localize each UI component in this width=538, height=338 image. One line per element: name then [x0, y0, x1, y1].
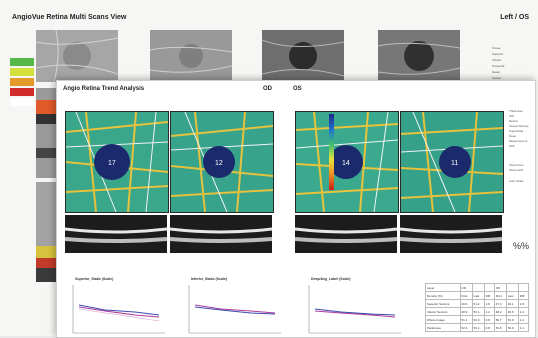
- angio-map-od-1[interactable]: 17: [65, 111, 169, 213]
- od-label: OD: [263, 86, 272, 92]
- fovea-value: 12: [215, 160, 223, 167]
- option-item[interactable]: Auto Scale: [509, 179, 529, 184]
- angio-map-os-2[interactable]: 11: [400, 111, 504, 213]
- table-row: Inferior Sectors 48.9 50.1 1.2 48.2 49.6 1.4: [425, 307, 530, 316]
- angio-map-od-2[interactable]: 12: [170, 111, 274, 213]
- density-table: Layer OD OS Density (%) First Last Diff Firs…: [425, 283, 530, 332]
- bscan-od-2[interactable]: [170, 215, 272, 253]
- fovea-value: 11: [451, 160, 458, 167]
- table-row: Density (%) First Last Diff First Last Diff: [425, 291, 530, 300]
- fovea-value: 14: [342, 160, 350, 167]
- scan-thumbnail-1[interactable]: [36, 30, 118, 82]
- percent-toggle[interactable]: %%: [513, 241, 529, 251]
- scan-thumbnail-4[interactable]: [378, 30, 460, 82]
- bscan-os-2[interactable]: [400, 215, 502, 253]
- trend-analysis-window: Angio Retina Trend Analysis OD OS 17 12 …: [56, 80, 536, 338]
- fovea-value: 17: [108, 160, 116, 167]
- table-row: Superior Sectors 49.6 51.2 1.6 47.3 49.1 1.8: [425, 299, 530, 308]
- table-row: Parafovea 52.3 53.1 0.8 51.8 52.9 1.1: [425, 323, 530, 332]
- angio-map-os-1[interactable]: 14: [295, 111, 399, 213]
- table-row: Whole Image 51.2 52.0 0.8 50.7 51.9 1.2: [425, 315, 530, 324]
- density-legend: [10, 58, 34, 108]
- os-label: OS: [293, 86, 302, 92]
- analysis-options: Thickness ILM Retina Vessel Density Supe…: [509, 109, 529, 184]
- trend-analysis-title: Angio Retina Trend Analysis: [63, 86, 145, 92]
- trend-graph-3[interactable]: Deep/Avg_Label (Scale): [301, 277, 405, 337]
- density-color-scale: [329, 114, 334, 190]
- multi-scans-title: AngioVue Retina Multi Scans View: [12, 14, 127, 21]
- bscan-od-1[interactable]: [65, 215, 167, 253]
- trend-graph-2[interactable]: Inferior_Static (Scale): [181, 277, 285, 337]
- scan-thumbnail-2[interactable]: [150, 30, 232, 82]
- scan-thumbnail-3[interactable]: [262, 30, 344, 82]
- table-row: Layer OD OS: [425, 283, 530, 292]
- trend-graph-1[interactable]: Superior_Static (Scale): [65, 277, 169, 337]
- eye-indicator: Left / OS: [500, 14, 529, 21]
- bscan-os-1[interactable]: [295, 215, 397, 253]
